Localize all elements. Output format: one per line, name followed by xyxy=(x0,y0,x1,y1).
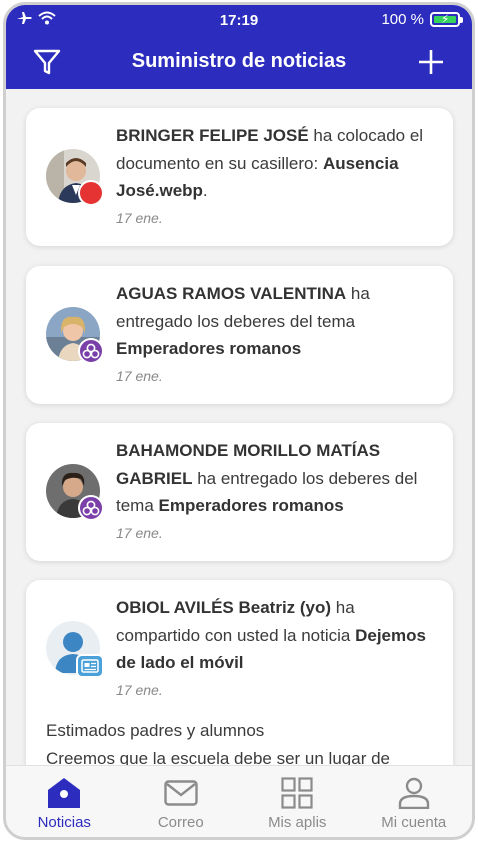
nav-label: Correo xyxy=(157,814,204,831)
feed-item-date: 17 ene. xyxy=(116,368,163,384)
nav-label: Mi cuenta xyxy=(381,814,447,831)
feed-item-author: BRINGER FELIPE JOSÉ xyxy=(116,126,309,145)
avatar xyxy=(46,621,104,678)
nav-label: Noticias xyxy=(37,814,91,831)
feed-item-body: Estimados padres y alumnos Creemos que l… xyxy=(46,717,435,769)
status-bar: 17:19 100 % ⚡ xyxy=(6,5,472,35)
apps-grid-icon xyxy=(281,776,313,810)
charging-bolt-icon: ⚡ xyxy=(441,12,450,26)
bottom-nav: Noticias Correo Mis aplis Mi cuenta xyxy=(6,765,472,837)
feed-item[interactable]: BRINGER FELIPE JOSÉ ha colocado el docum… xyxy=(26,108,453,246)
feed-item-text: BAHAMONDE MORILLO MATÍAS GABRIEL ha entr… xyxy=(116,437,435,520)
nav-label: Mis aplis xyxy=(268,814,327,831)
red-dot-icon xyxy=(78,180,104,206)
avatar xyxy=(46,307,104,364)
page-title: Suministro de noticias xyxy=(131,50,347,72)
feed-item-text: OBIOL AVILÉS Beatriz (yo) ha compartido … xyxy=(116,594,435,677)
plus-icon xyxy=(419,50,443,74)
app-header: 17:19 100 % ⚡ Suministro de noticias xyxy=(6,5,472,89)
avatar xyxy=(46,149,104,206)
home-icon xyxy=(47,776,81,810)
battery-percent: 100 % xyxy=(381,11,424,28)
status-right: 100 % ⚡ xyxy=(381,11,463,28)
feed-item-text: AGUAS RAMOS VALENTINA ha entregado los d… xyxy=(116,280,435,363)
battery-icon: ⚡ xyxy=(430,12,463,27)
user-icon xyxy=(398,776,430,810)
news-icon xyxy=(76,654,104,678)
add-button[interactable] xyxy=(414,45,448,79)
feed-item[interactable]: BAHAMONDE MORILLO MATÍAS GABRIEL ha entr… xyxy=(26,423,453,561)
feed-item-date: 17 ene. xyxy=(116,525,163,541)
feed-item-author: OBIOL AVILÉS Beatriz (yo) xyxy=(116,598,332,617)
nav-item-mis-aplis[interactable]: Mis aplis xyxy=(239,766,356,837)
feed-item-date: 17 ene. xyxy=(116,682,163,698)
feed-item[interactable]: OBIOL AVILÉS Beatriz (yo) ha compartido … xyxy=(26,580,453,769)
nav-item-correo[interactable]: Correo xyxy=(123,766,240,837)
news-feed[interactable]: BRINGER FELIPE JOSÉ ha colocado el docum… xyxy=(6,89,472,769)
feed-item-object[interactable]: Emperadores romanos xyxy=(159,496,344,515)
phone-frame: 17:19 100 % ⚡ Suministro de noticias BRI… xyxy=(3,2,475,840)
feed-item-suffix: . xyxy=(202,181,208,200)
mail-icon xyxy=(164,776,198,810)
nav-item-noticias[interactable]: Noticias xyxy=(6,766,123,837)
homework-icon xyxy=(78,338,104,364)
feed-item-object[interactable]: Emperadores romanos xyxy=(116,339,301,358)
avatar xyxy=(46,464,104,521)
feed-item-body-line: Estimados padres y alumnos xyxy=(46,721,265,740)
feed-item-date: 17 ene. xyxy=(116,210,163,226)
feed-item[interactable]: AGUAS RAMOS VALENTINA ha entregado los d… xyxy=(26,266,453,404)
feed-item-text: BRINGER FELIPE JOSÉ ha colocado el docum… xyxy=(116,122,435,205)
nav-item-mi-cuenta[interactable]: Mi cuenta xyxy=(356,766,473,837)
homework-icon xyxy=(78,495,104,521)
feed-item-author: AGUAS RAMOS VALENTINA xyxy=(116,284,347,303)
